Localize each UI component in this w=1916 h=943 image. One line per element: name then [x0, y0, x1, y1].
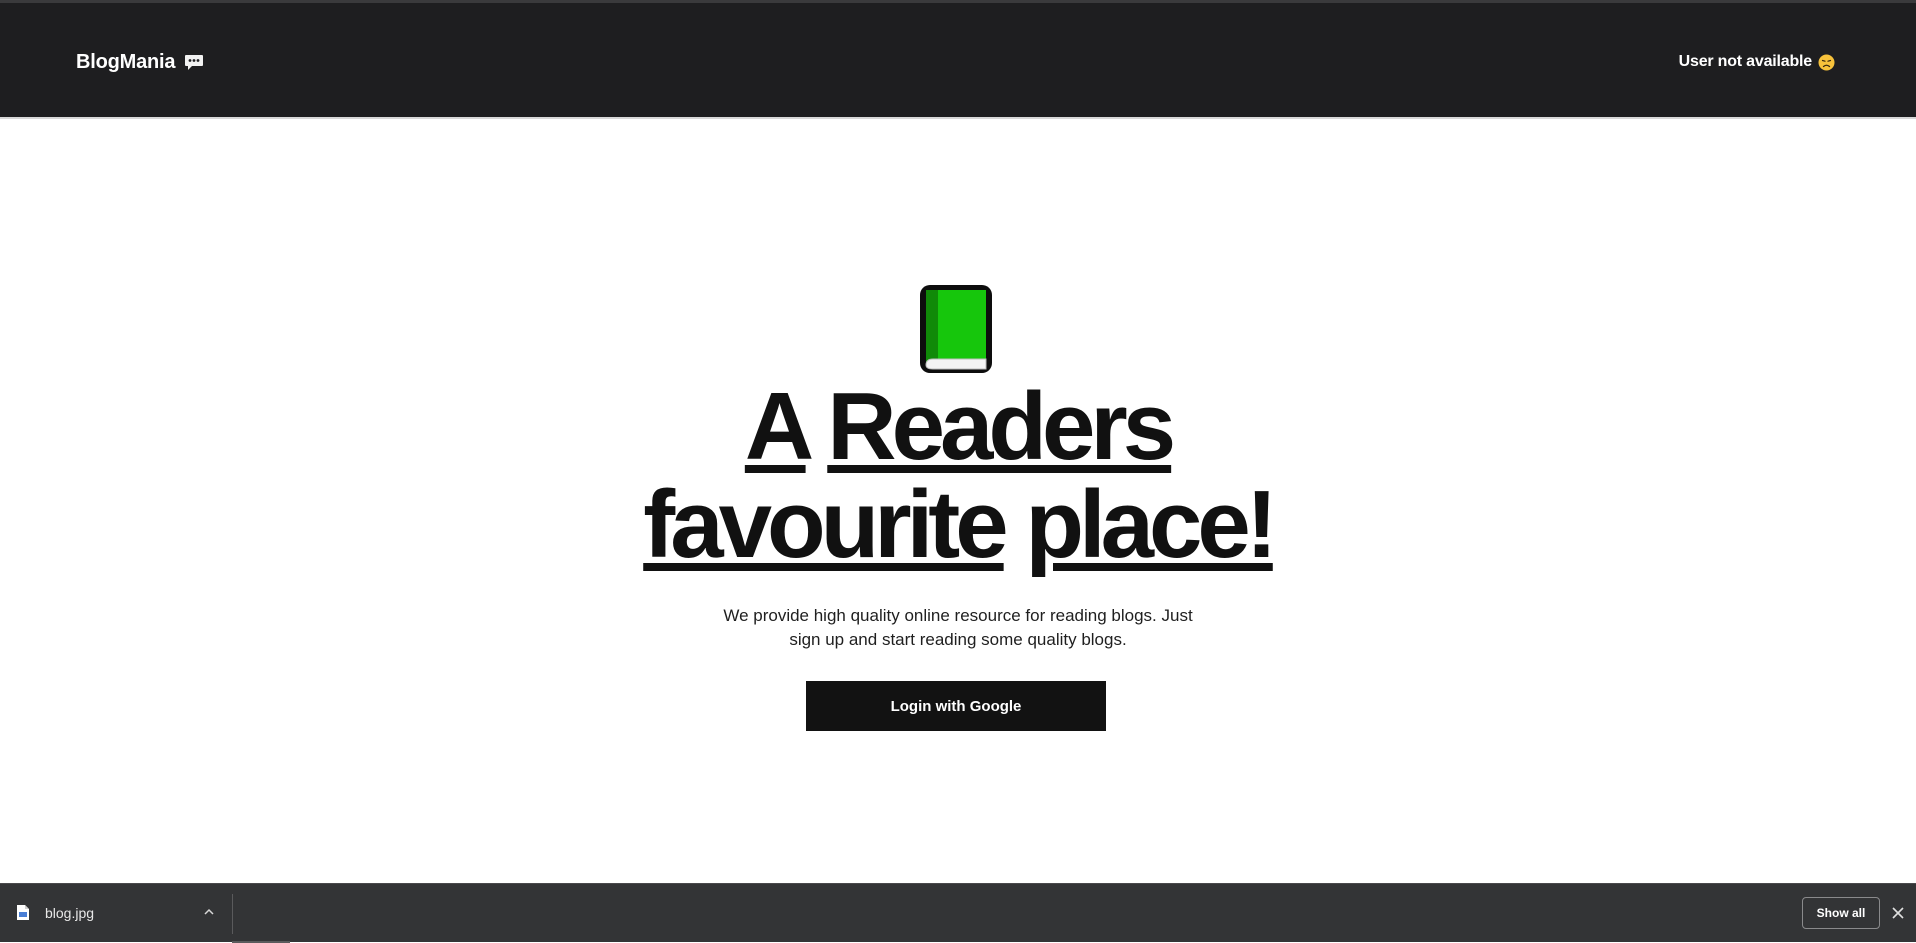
download-item[interactable]: blog.jpg — [0, 884, 232, 943]
headline-line-2: favourite place! — [0, 476, 1916, 574]
green-book-icon — [920, 285, 992, 373]
hero-section: A Readers favourite place! We provide hi… — [0, 120, 1916, 883]
headline-word: favourite — [643, 471, 1008, 578]
close-icon[interactable] — [1889, 904, 1907, 922]
headline-line-1: A Readers — [0, 378, 1916, 476]
download-divider — [232, 894, 233, 934]
user-status-label: User not available — [1678, 53, 1813, 70]
login-with-google-button[interactable]: Login with Google — [806, 681, 1106, 731]
download-bar: blog.jpg Show all — [0, 883, 1916, 943]
user-status: User not available — [1679, 53, 1835, 71]
page-title: A Readers favourite place! — [0, 378, 1916, 574]
download-file-name: blog.jpg — [45, 905, 95, 921]
brand-label: BlogMania — [76, 51, 176, 73]
chevron-up-icon[interactable] — [200, 903, 218, 921]
brand-link[interactable]: BlogMania — [76, 51, 204, 74]
headline-word: Readers — [827, 373, 1176, 480]
image-file-icon — [17, 905, 29, 920]
hero-subtitle: We provide high quality online resource … — [723, 606, 1193, 649]
headline-word: place! — [1025, 471, 1277, 578]
navbar: BlogMania User not available — [0, 3, 1916, 119]
headline-word: A — [744, 373, 811, 480]
disappointed-face-icon — [1818, 54, 1835, 70]
speech-bubble-icon — [185, 55, 204, 70]
show-all-downloads-button[interactable]: Show all — [1802, 897, 1880, 929]
